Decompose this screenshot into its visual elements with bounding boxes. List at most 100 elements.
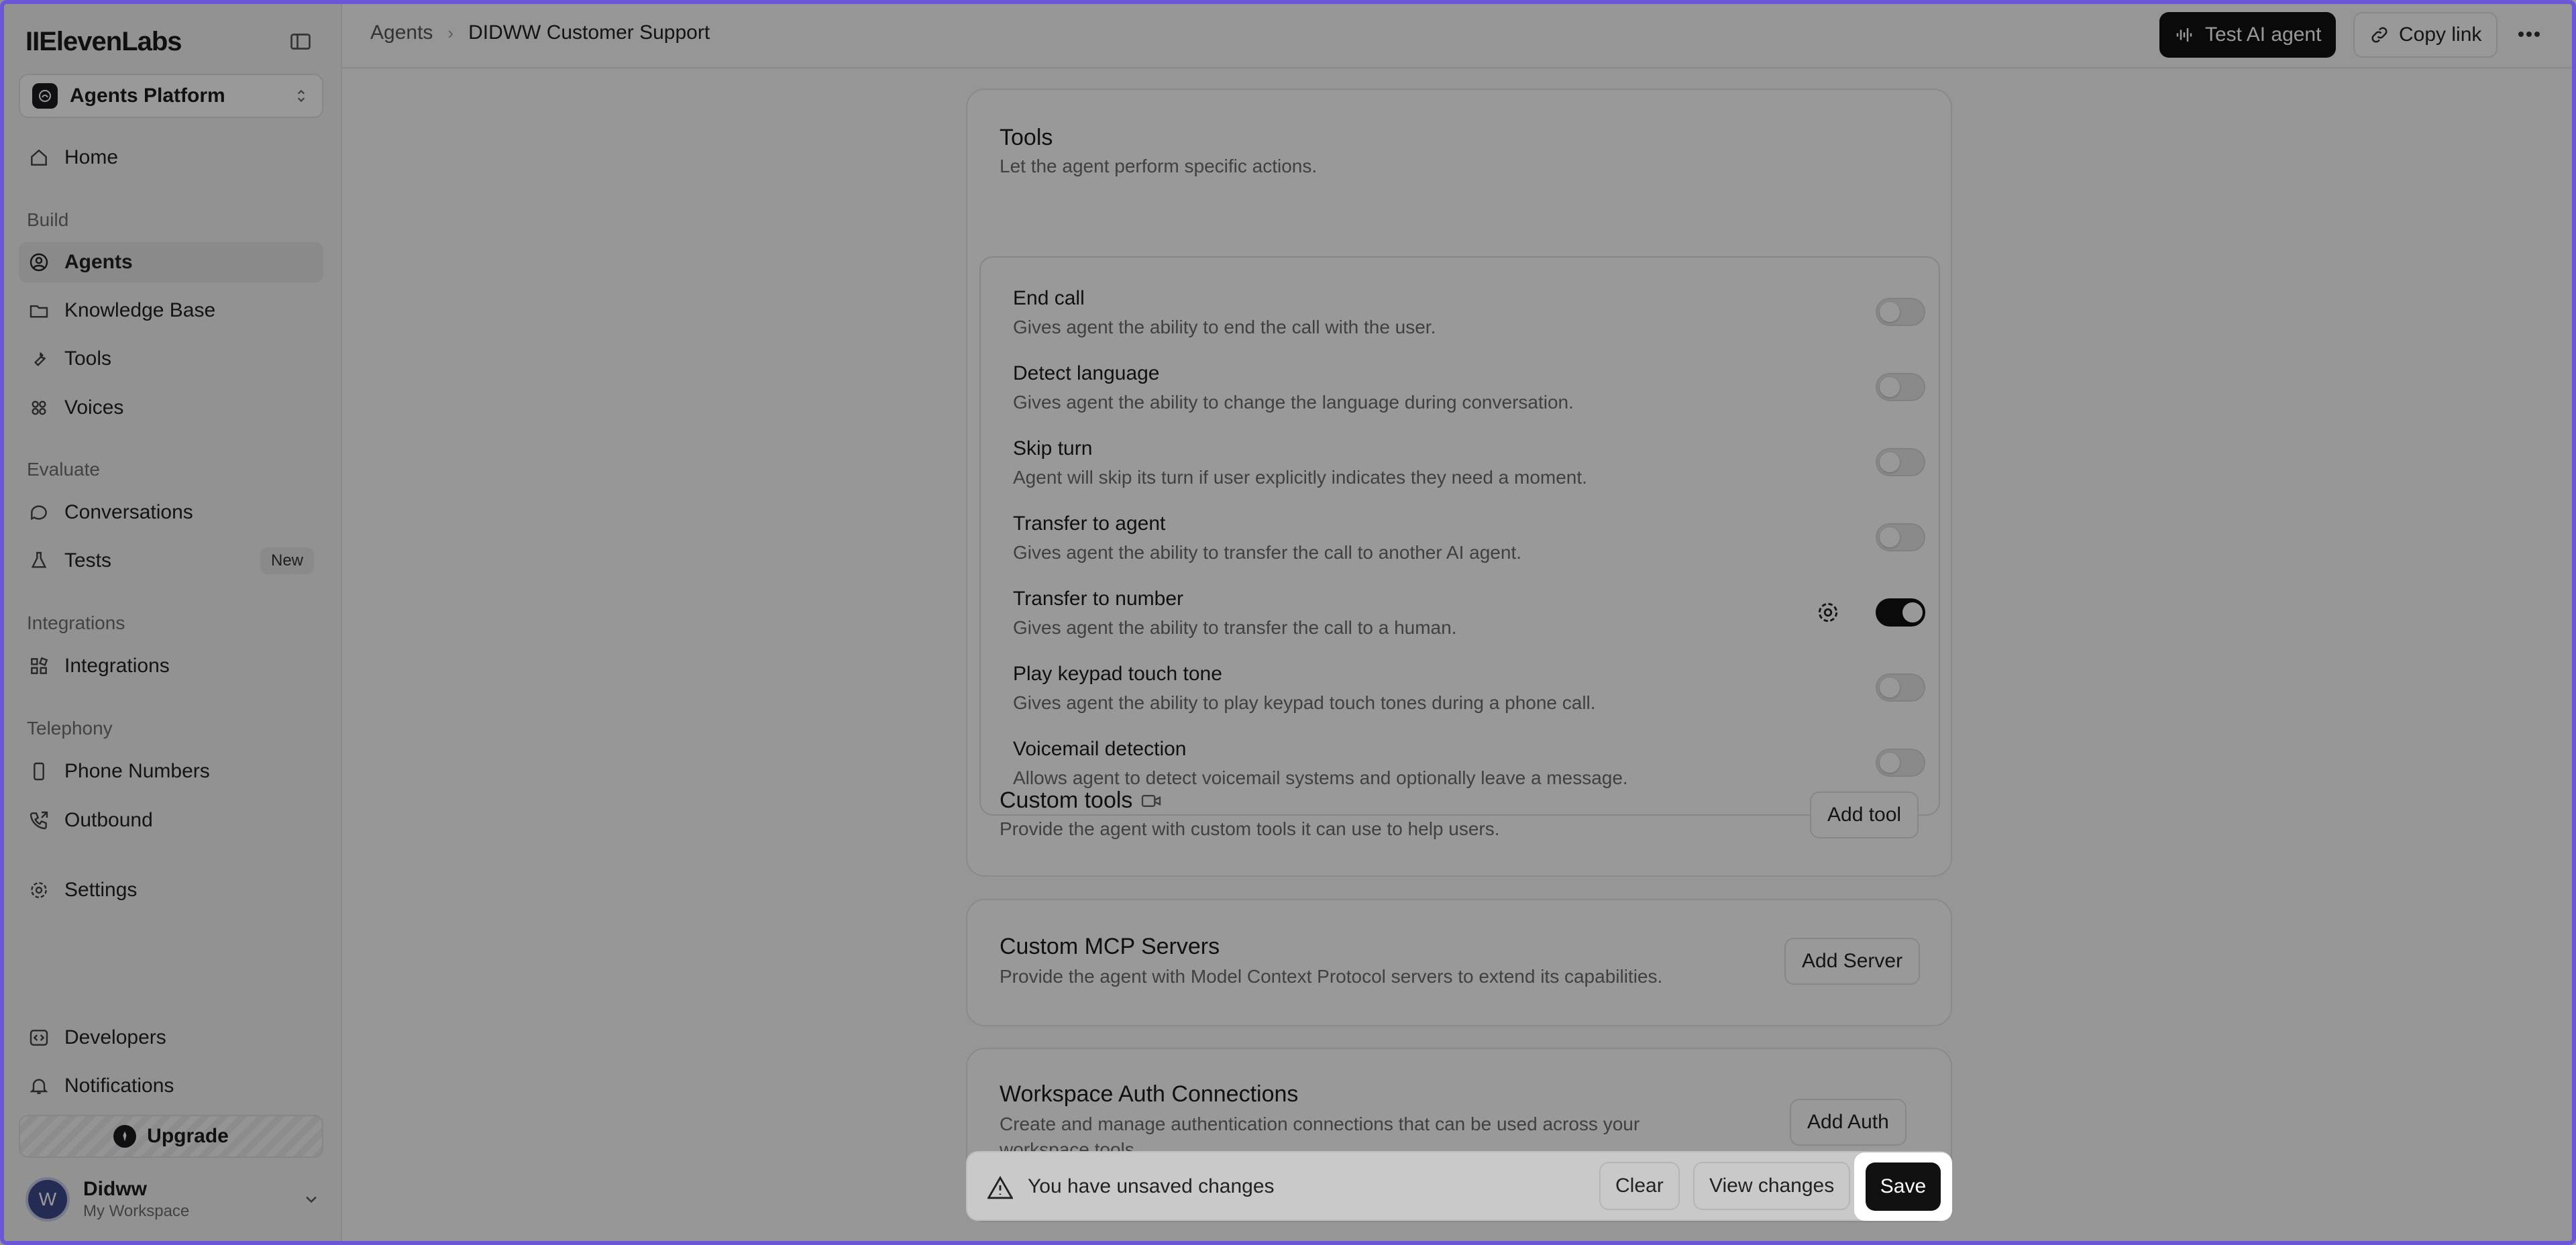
tool-name: Detect language bbox=[1013, 362, 1160, 384]
tools-panel: Tools Let the agent perform specific act… bbox=[966, 89, 1952, 877]
tools-description: Let the agent perform specific actions. bbox=[1000, 156, 1318, 176]
tool-name: End call bbox=[1013, 287, 1085, 309]
sidebar-item-knowledge-base[interactable]: Knowledge Base bbox=[19, 290, 323, 331]
avatar: W bbox=[25, 1177, 70, 1222]
sidebar-item-label: Developers bbox=[64, 1026, 166, 1048]
puzzle-grid-icon bbox=[27, 654, 51, 678]
system-tools-list: End call Gives agent the ability to end … bbox=[979, 256, 1940, 816]
sidebar-item-developers[interactable]: Developers bbox=[19, 1018, 323, 1058]
copy-link-label: Copy link bbox=[2399, 23, 2482, 46]
save-button[interactable]: Save bbox=[1866, 1162, 1941, 1211]
copy-link-button[interactable]: Copy link bbox=[2353, 12, 2498, 58]
sidebar-item-label: Settings bbox=[64, 879, 138, 901]
upgrade-button[interactable]: Upgrade bbox=[19, 1115, 323, 1158]
sidebar-item-tools[interactable]: Tools bbox=[19, 339, 323, 379]
add-tool-button[interactable]: Add tool bbox=[1810, 792, 1919, 838]
tool-row-skip-turn: Skip turn Agent will skip its turn if us… bbox=[981, 431, 1939, 506]
sidebar-item-home[interactable]: Home bbox=[19, 138, 323, 178]
custom-tools-description: Provide the agent with custom tools it c… bbox=[1000, 818, 1500, 839]
bell-icon bbox=[27, 1074, 51, 1098]
sidebar-item-outbound[interactable]: Outbound bbox=[19, 800, 323, 841]
top-header: Agents › DIDWW Customer Support Test AI … bbox=[342, 0, 2576, 68]
flask-icon bbox=[27, 549, 51, 573]
new-badge: New bbox=[260, 547, 314, 574]
breadcrumb-current: DIDWW Customer Support bbox=[468, 21, 710, 44]
tool-description: Gives agent the ability to transfer the … bbox=[1013, 617, 1457, 638]
tool-name: Skip turn bbox=[1013, 437, 1093, 459]
section-telephony: Telephony bbox=[27, 718, 113, 739]
tool-description: Gives agent the ability to play keypad t… bbox=[1013, 692, 1596, 713]
link-icon bbox=[2369, 25, 2390, 45]
platform-logo-icon bbox=[32, 83, 58, 109]
sidebar-item-label: Phone Numbers bbox=[64, 760, 210, 782]
clear-button[interactable]: Clear bbox=[1599, 1162, 1680, 1210]
warning-icon bbox=[987, 1175, 1013, 1199]
sidebar: IIElevenLabs Agents Platform Home Build … bbox=[0, 0, 342, 1245]
platform-selector[interactable]: Agents Platform bbox=[19, 74, 323, 118]
workspace-name: My Workspace bbox=[83, 1202, 190, 1220]
tool-description: Gives agent the ability to transfer the … bbox=[1013, 542, 1522, 563]
user-name: Didww bbox=[83, 1178, 147, 1200]
section-evaluate: Evaluate bbox=[27, 459, 100, 480]
auth-description: Create and manage authentication connect… bbox=[1000, 1114, 1640, 1134]
sidebar-item-tests[interactable]: Tests New bbox=[19, 541, 323, 581]
tool-name: Voicemail detection bbox=[1013, 738, 1187, 760]
sidebar-item-agents[interactable]: Agents bbox=[19, 242, 323, 282]
elevenlabs-logo[interactable]: IIElevenLabs bbox=[25, 27, 182, 57]
tool-description: Gives agent the ability to end the call … bbox=[1013, 317, 1436, 337]
sidebar-collapse-icon[interactable] bbox=[288, 30, 313, 54]
transfer-to-agent-toggle[interactable] bbox=[1876, 523, 1925, 551]
add-server-button[interactable]: Add Server bbox=[1784, 938, 1921, 985]
sidebar-item-voices[interactable]: Voices bbox=[19, 388, 323, 428]
sidebar-item-label: Voices bbox=[64, 396, 124, 419]
code-icon bbox=[27, 1026, 51, 1050]
skip-turn-toggle[interactable] bbox=[1876, 448, 1925, 476]
play-keypad-touch-tone-toggle[interactable] bbox=[1876, 673, 1925, 702]
view-changes-button[interactable]: View changes bbox=[1693, 1162, 1851, 1210]
end-call-toggle[interactable] bbox=[1876, 298, 1925, 326]
tool-description: Agent will skip its turn if user explici… bbox=[1013, 467, 1587, 488]
sidebar-item-conversations[interactable]: Conversations bbox=[19, 492, 323, 533]
voicemail-detection-toggle[interactable] bbox=[1876, 749, 1925, 777]
section-build: Build bbox=[27, 209, 69, 230]
tools-title: Tools bbox=[1000, 125, 1053, 150]
custom-tools-title: Custom tools bbox=[1000, 788, 1133, 813]
sidebar-item-label: Tools bbox=[64, 347, 112, 370]
folder-icon bbox=[27, 299, 51, 323]
tool-name: Transfer to agent bbox=[1013, 512, 1166, 535]
sidebar-item-integrations[interactable]: Integrations bbox=[19, 646, 323, 686]
sidebar-item-notifications[interactable]: Notifications bbox=[19, 1066, 323, 1106]
sidebar-item-label: Tests bbox=[64, 549, 112, 572]
sidebar-item-settings[interactable]: Settings bbox=[19, 870, 323, 910]
unsaved-message: You have unsaved changes bbox=[1028, 1175, 1275, 1197]
custom-tools-heading: Custom tools bbox=[1000, 788, 1162, 814]
platform-label: Agents Platform bbox=[70, 85, 225, 107]
upgrade-label: Upgrade bbox=[147, 1125, 229, 1147]
tool-description: Allows agent to detect voicemail systems… bbox=[1013, 767, 1628, 788]
sidebar-item-phone-numbers[interactable]: Phone Numbers bbox=[19, 751, 323, 792]
gear-icon bbox=[27, 878, 51, 902]
tool-name: Play keypad touch tone bbox=[1013, 663, 1222, 685]
user-menu[interactable]: W Didww My Workspace bbox=[25, 1175, 321, 1224]
breadcrumb-agents-link[interactable]: Agents bbox=[370, 21, 433, 44]
mcp-description: Provide the agent with Model Context Pro… bbox=[1000, 966, 1663, 987]
test-ai-agent-button[interactable]: Test AI agent bbox=[2159, 12, 2337, 58]
user-circle-icon bbox=[27, 250, 51, 274]
sidebar-item-label: Conversations bbox=[64, 501, 193, 523]
tool-row-transfer-to-number: Transfer to number Gives agent the abili… bbox=[981, 581, 1939, 656]
tool-row-end-call: End call Gives agent the ability to end … bbox=[981, 280, 1939, 356]
sidebar-item-label: Outbound bbox=[64, 809, 153, 831]
add-auth-button[interactable]: Add Auth bbox=[1790, 1099, 1907, 1146]
wrench-icon bbox=[27, 347, 51, 371]
section-integrations: Integrations bbox=[27, 612, 125, 633]
test-ai-agent-label: Test AI agent bbox=[2205, 23, 2322, 46]
tool-description: Gives agent the ability to change the la… bbox=[1013, 392, 1574, 413]
phone-outgoing-icon bbox=[27, 808, 51, 832]
detect-language-toggle[interactable] bbox=[1876, 373, 1925, 401]
voices-grid-icon bbox=[27, 396, 51, 420]
home-icon bbox=[27, 146, 51, 170]
transfer-to-number-toggle[interactable] bbox=[1876, 598, 1925, 627]
gear-icon[interactable] bbox=[1815, 600, 1841, 625]
more-options-icon[interactable] bbox=[2510, 20, 2548, 48]
upgrade-icon bbox=[113, 1125, 137, 1148]
